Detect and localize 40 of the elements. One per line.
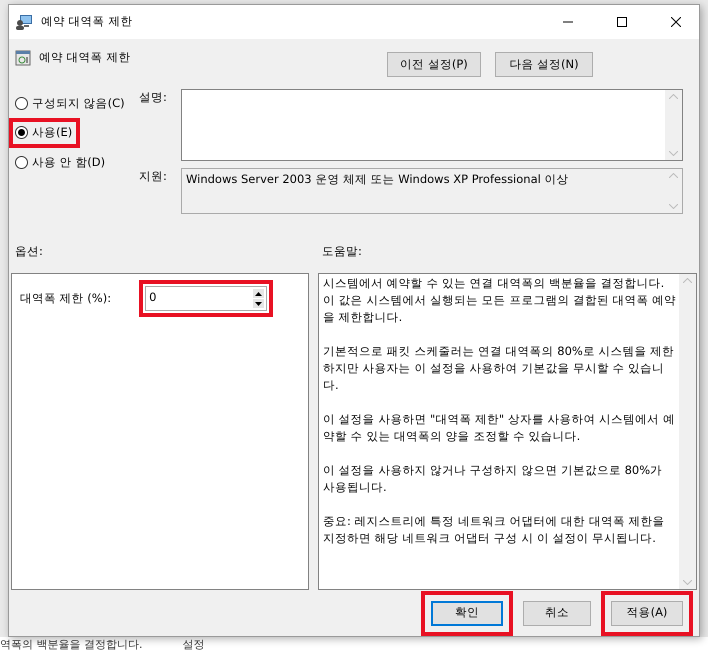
dialog-button[interactable]: 확인 [431,600,503,626]
setting-nav-button[interactable]: 다음 설정(N) [495,52,593,77]
scrollbar[interactable] [679,274,696,589]
radio-option[interactable]: 사용(E) [15,124,74,142]
scroll-up-icon[interactable] [669,173,678,178]
help-paragraph: 시스템에서 예약할 수 있는 연결 대역폭의 백분율을 결정합니다. 이 값은 시스템에서 실행되는 모든 프로그램의 결합된 대역폭 예약을 제한합니다. [323,275,677,326]
radio-option[interactable]: 구성되지 않음(C) [15,95,127,112]
policy-icon [15,50,31,66]
scrollbar[interactable] [665,90,682,160]
help-paragraph: 이 설정을 사용하면 "대역폭 제한" 상자를 사용하여 시스템에서 예약할 수 있는 대역폭의 양을 조정할 수 있습니다. [323,411,676,445]
window-title: 예약 대역폭 제한 [41,13,134,30]
scroll-down-icon[interactable] [669,204,678,209]
number-spinner[interactable]: 0 [145,286,268,311]
help-paragraph: 중요: 레지스트리에 특정 네트워크 어댑터에 대한 대역폭 제한을 지정하면 해당 네트워크 어댑터 구성 시 이 설정이 무시됩니다. [323,513,666,547]
section-heading: 옵션: [14,243,44,260]
header-title: 예약 대역폭 제한 [39,49,130,66]
section-heading: 도움말: [321,243,363,260]
scroll-up-icon[interactable] [669,94,678,99]
scroll-down-icon[interactable] [669,151,678,156]
setting-nav-button[interactable]: 이전 설정(P) [387,52,481,77]
radio-button[interactable] [15,156,28,169]
field-label: 대역폭 제한 (%): [20,290,112,307]
background-text: 설정 [182,636,204,653]
dialog-button[interactable]: 적용(A) [611,600,683,626]
comment-field[interactable] [181,89,683,161]
close-icon [671,17,681,27]
help-paragraph: 기본적으로 패킷 스케줄러는 연결 대역폭의 80%로 시스템을 제한하지만 사용자는 이 설정을 사용하여 기본값을 무시할 수 있습니다. [323,343,676,394]
maximize-icon [617,17,627,27]
app-icon [15,14,33,30]
radio-option[interactable]: 사용 안 함(D) [15,154,108,171]
supported-text: Windows Server 2003 운영 체제 또는 Windows XP Professional 이상 [185,171,570,188]
scroll-down-icon[interactable] [683,580,692,585]
radio-button[interactable] [15,97,28,110]
dialog-button[interactable]: 취소 [523,600,591,626]
field-label: 지원: [139,168,168,185]
background-text: 역폭의 백분율을 결정합니다. [0,636,142,653]
radio-button[interactable] [15,126,28,140]
help-paragraph: 이 설정을 사용하지 않거나 구성하지 않으면 기본값으로 80%가 사용됩니다. [323,462,664,496]
field-label: 설명: [139,89,168,106]
scroll-up-icon[interactable] [683,278,692,283]
